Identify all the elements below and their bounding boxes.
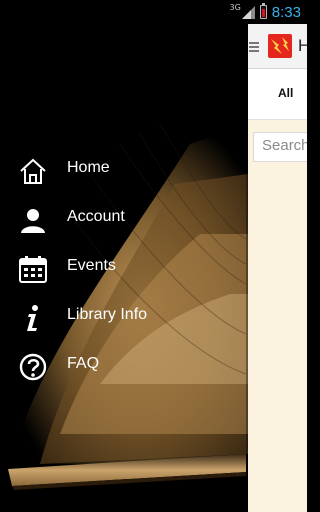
menu-item-label: Library Info (67, 306, 148, 323)
menu-item-events[interactable]: Events (0, 244, 248, 293)
calendar-icon (18, 254, 48, 284)
app-logo-icon (271, 37, 289, 54)
search-input[interactable]: Search (253, 132, 307, 162)
status-time: 8:33 (271, 3, 301, 21)
menu-item-label: Account (67, 208, 125, 225)
menu-item-home[interactable]: Home (0, 146, 248, 195)
menu-item-account[interactable]: Account (0, 195, 248, 244)
help-icon (18, 352, 48, 382)
app-logo[interactable] (268, 34, 292, 58)
drawer-toggle-icon[interactable] (249, 42, 259, 54)
drawer-shadow (246, 24, 248, 512)
menu-item-label: FAQ (67, 355, 100, 372)
action-bar: H (248, 24, 307, 69)
app-title: H (298, 36, 307, 55)
search-placeholder: Search (262, 137, 307, 154)
menu-item-faq[interactable]: FAQ (0, 342, 248, 391)
info-icon (18, 303, 48, 333)
main-content: H All Search (248, 24, 307, 512)
status-icons: 3G 8:33 (230, 0, 302, 24)
menu-item-label: Home (67, 159, 110, 176)
navigation-drawer: Home Account Events Library Info FAQ (0, 24, 248, 512)
menu-item-library-info[interactable]: Library Info (0, 293, 248, 342)
account-icon (18, 205, 48, 235)
home-icon (18, 156, 48, 186)
tab-all[interactable]: All (278, 86, 293, 100)
status-bar: 3G 8:33 (0, 0, 307, 24)
network-type: 3G (229, 2, 241, 12)
signal-icon (241, 5, 255, 19)
battery-icon (259, 3, 267, 19)
drawer-menu: Home Account Events Library Info FAQ (0, 146, 248, 391)
tab-bar: All (248, 69, 307, 120)
menu-item-label: Events (67, 257, 116, 274)
